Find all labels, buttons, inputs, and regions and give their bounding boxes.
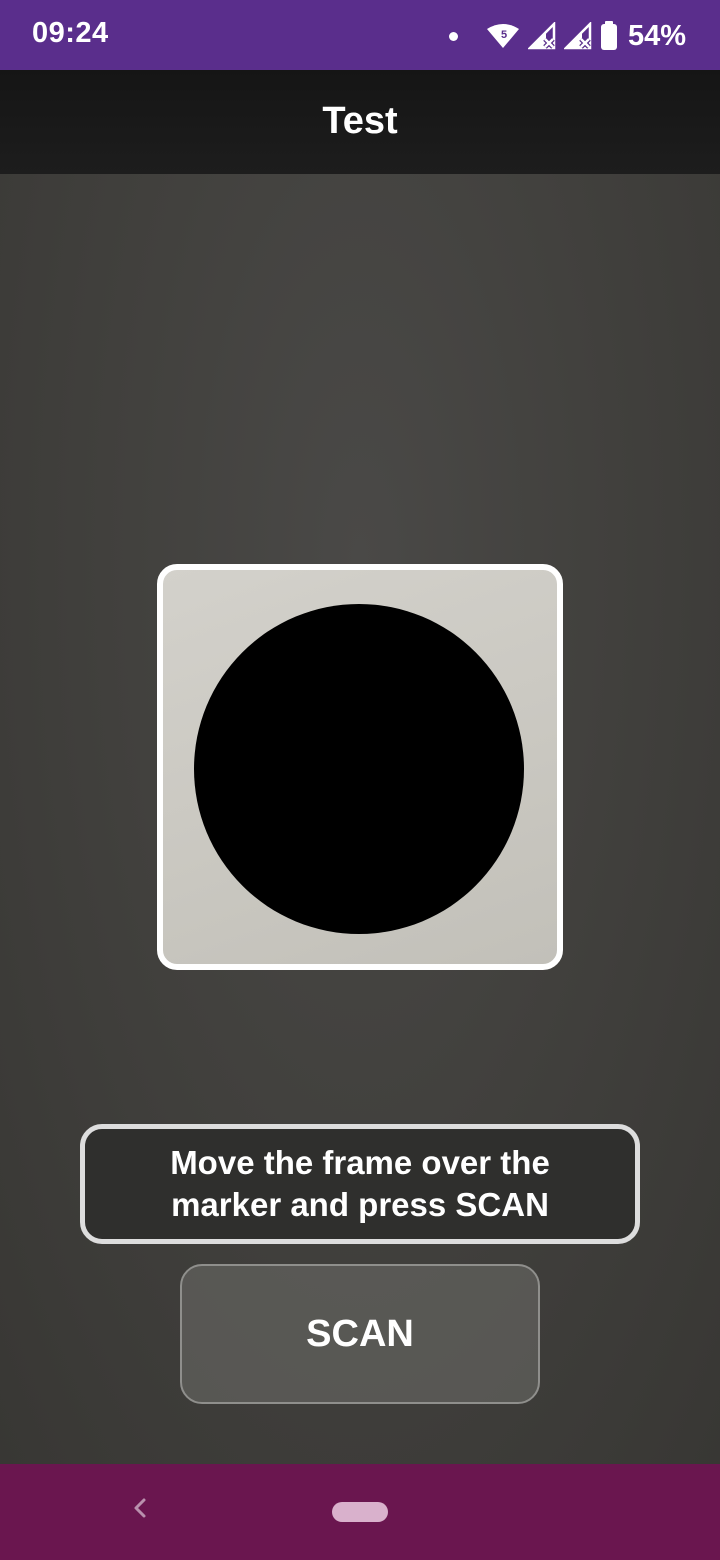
status-icons: 5 54% bbox=[448, 17, 686, 55]
signal-no-service-icon bbox=[527, 22, 556, 50]
status-bar: 09:24 5 54% bbox=[0, 0, 720, 70]
instruction-banner: Move the frame over the marker and press… bbox=[80, 1124, 640, 1244]
wifi-icon: 5 bbox=[486, 24, 519, 48]
scan-button[interactable]: SCAN bbox=[180, 1264, 540, 1404]
scan-frame bbox=[157, 564, 563, 970]
battery-icon bbox=[600, 21, 617, 50]
navigation-bar bbox=[0, 1464, 720, 1560]
back-chevron-icon[interactable] bbox=[126, 1488, 152, 1528]
battery-percent: 54% bbox=[627, 19, 686, 52]
page-title: Test bbox=[322, 100, 398, 142]
scanner-screen: 09:24 5 54% Test Move the frame over the… bbox=[0, 0, 720, 1560]
marker-circle bbox=[194, 604, 524, 934]
home-pill-icon[interactable] bbox=[332, 1502, 388, 1522]
instruction-text: Move the frame over the marker and press… bbox=[170, 1144, 550, 1223]
wifi-badge: 5 bbox=[501, 29, 507, 41]
signal-no-service-icon bbox=[563, 22, 592, 50]
status-time: 09:24 bbox=[32, 17, 109, 49]
notification-dot-icon bbox=[448, 31, 458, 41]
